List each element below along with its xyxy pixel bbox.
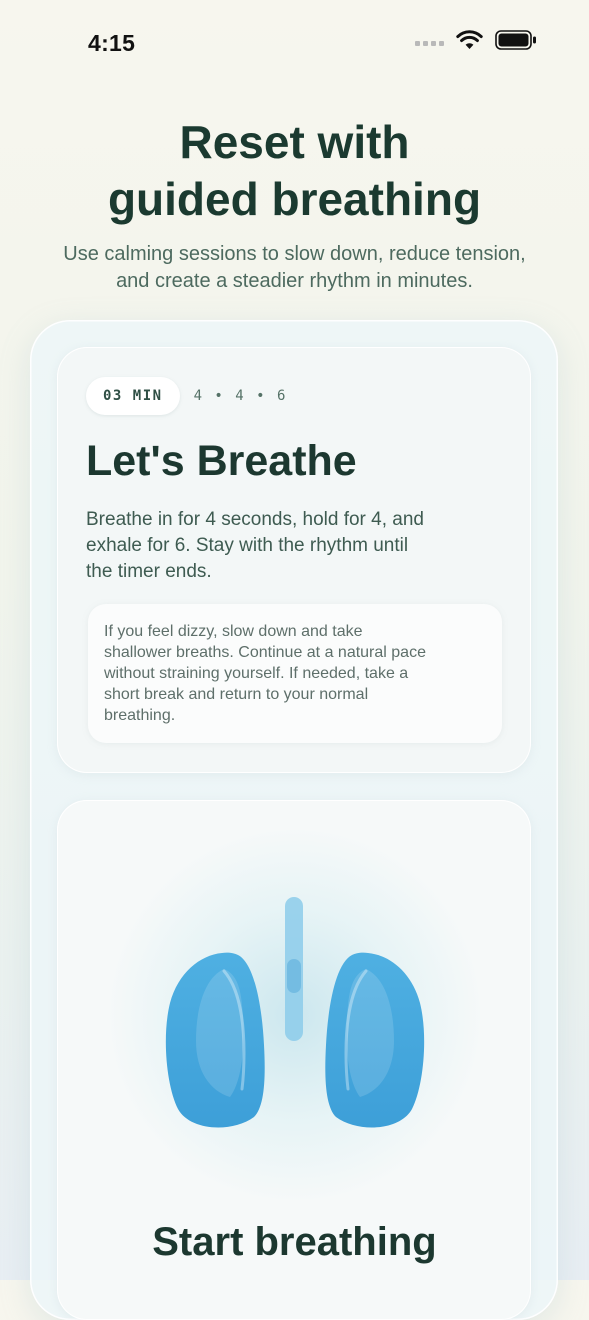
session-title: Let's Breathe (86, 437, 357, 485)
note-line: without straining yourself. If needed, t… (104, 665, 409, 682)
signal-dots-icon (415, 40, 444, 46)
duration-chip[interactable]: 03 MIN (86, 377, 180, 415)
note-line: breathing. (104, 707, 176, 724)
page-subtitle: Use calming sessions to slow down, reduc… (0, 241, 589, 295)
safety-note-text: If you feel dizzy, slow down and take sh… (104, 621, 484, 726)
title-line-2: guided breathing (107, 173, 482, 225)
session-description: Breathe in for 4 seconds, hold for 4, an… (86, 507, 506, 585)
note-line: shallower breaths. Continue at a natural… (104, 644, 426, 661)
description-line: Breathe in for 4 seconds, hold for 4, an… (86, 509, 424, 530)
subtitle-line-2: and create a steadier rhythm in minutes. (116, 270, 473, 292)
description-line: exhale for 6. Stay with the rhythm until (86, 535, 409, 556)
wifi-icon (456, 30, 483, 49)
rhythm-pattern: 4 • 4 • 6 (193, 388, 288, 404)
status-bar: 4:15 (0, 0, 589, 88)
description-line: the timer ends. (86, 561, 212, 582)
subtitle-line-1: Use calming sessions to slow down, reduc… (63, 243, 526, 265)
status-time: 4:15 (88, 30, 136, 56)
note-line: If you feel dizzy, slow down and take (104, 623, 363, 640)
battery-icon (495, 30, 536, 50)
lungs-icon (165, 897, 425, 1128)
start-breathing-label[interactable]: Start breathing (0, 1216, 589, 1268)
status-icons (415, 30, 537, 50)
session-meta-row: 03 MIN 4 • 4 • 6 (86, 377, 287, 415)
title-line-1: Reset with (179, 116, 410, 168)
page-title: Reset with guided breathing (0, 114, 589, 228)
note-line: short break and return to your normal (104, 686, 369, 703)
